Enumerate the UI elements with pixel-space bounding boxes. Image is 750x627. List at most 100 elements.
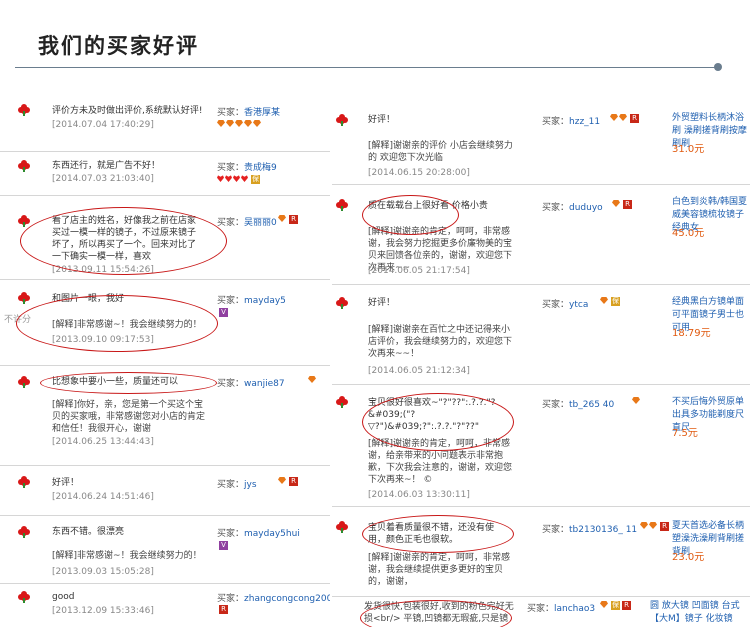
review-row: 宝贝着看质量很不错，还没有使用，颜色正毛也很软。 [解释]谢谢亲的肯定，呵呵，非… [332,506,750,597]
review-comment: 和图片一眼，我好 [52,294,125,304]
buyer-nick[interactable]: mayday5 [244,296,286,306]
diamond-icon [217,120,225,127]
buyer-nick[interactable]: wanjie87 [244,379,285,389]
credit-badges: R [640,522,669,532]
page-title: 我们的买家好评 [38,33,199,58]
review-comment: 好评！ [52,478,80,488]
product-price: 23.0元 [672,552,705,563]
buyer-info: 买家：吴丽丽0 [217,218,277,228]
review-row: 比想象中要小一些，质量还可以 [解释]你好，亲，您是第一个买这个宝贝的买家哦，非… [0,365,330,466]
buyer-info: 买家：zhangcongcong2002 [217,591,330,604]
review-time: [2014.06.05 21:12:34] [368,366,470,376]
review-row: 宝贝很好很喜欢~"?"??":.?.?."?&#039;("?▽?")&#039… [332,384,750,507]
red-flower-icon [336,114,348,126]
heart-icon [233,175,240,182]
buyer-nick[interactable]: tb2130136_ 11 [569,525,637,535]
credit-badges: R [610,114,639,124]
buyer-nick[interactable]: 香港厚某 [244,108,280,118]
buyer-info: 买家：ytca [542,300,589,310]
credit-badges: V [217,541,228,551]
product-price: 18.79元 [672,328,711,339]
title-divider [15,67,717,68]
diamond-icon [610,114,618,121]
buyer-nick[interactable]: 吴丽丽0 [244,218,277,228]
buyer-info: 买家：tb2130136_ 11 [542,525,638,535]
buyer-info: 买家：贵成梅9 [217,163,277,173]
heart-icon [225,175,232,182]
red-flower-icon [18,215,30,227]
buyer-nick[interactable]: jys [244,480,257,490]
consumer-protect-icon: 保 [611,601,620,610]
right-review-list: 好评！ [解释]谢谢亲的评价 小店会继续努力的 欢迎您下次光临 [2014.06… [332,100,750,627]
buyer-nick[interactable]: 贵成梅9 [244,163,277,173]
review-comment: 宝贝很好很喜欢~"?"??":.?.?."?&#039;("?▽?")&#039… [368,398,496,432]
credit-badges [632,397,641,407]
red-flower-icon [336,521,348,533]
review-row: 质在载载台上很好看 价格小贵 [解释]谢谢亲的肯定，呵呵，非常感谢，我会努力挖掘… [332,184,750,285]
review-row: 好评！ [解释]谢谢亲在百忙之中还记得来小店评价，我会继续努力的，欢迎您下次再来… [332,284,750,385]
flower-stem [341,121,343,126]
review-row: 好评！ [2014.06.24 14:51:46] 买家：jys R [0,465,330,516]
review-row: 好评！ [解释]谢谢亲的评价 小店会继续努力的 欢迎您下次光临 [2014.06… [332,100,750,185]
review-time: [2013.09.11 15:54:26] [52,265,154,275]
heart-icon [241,175,248,182]
flower-stem [23,167,25,172]
return-icon: R [660,522,669,531]
review-comment: 东西不错。很漂亮 [52,527,125,537]
review-comment: 东西还行，就是广告不好！ [52,161,161,171]
flower-stem [341,206,343,211]
red-flower-icon [18,526,30,538]
review-reply: [解释]你好，亲，您是第一个买这个宝贝的买家哦，非常感谢您对小店的肯定和信任！我… [52,400,206,434]
diamond-icon [278,477,286,484]
credit-badges: R [217,605,228,615]
review-comment: 看了店主的姓名，好像我之前在店家买过一模一样的镜子，不过原来镜子坏了，所以再买了… [52,216,197,262]
review-time: [2014.07.03 21:03:40] [52,174,154,184]
buyer-nick[interactable]: tb_265 40 [569,400,614,410]
buyer-nick[interactable]: duduyo [569,203,603,213]
review-time: [2013.09.03 15:05:28] [52,567,154,577]
flower-stem [23,598,25,603]
review-row: 东西不错。很漂亮 [解释]非常感谢~！我会继续努力的！ [2013.09.03 … [0,515,330,584]
flower-stem [23,222,25,227]
buyer-nick[interactable]: mayday5hui [244,529,300,539]
review-time: [2014.07.04 17:40:29] [52,120,154,130]
review-reply: [解释]谢谢亲的评价 小店会继续努力的 欢迎您下次光临 [368,141,513,163]
review-comment: 宝贝着看质量很不错，还没有使用，颜色正毛也很软。 [368,523,495,545]
return-icon: R [622,601,631,610]
buyer-nick[interactable]: lanchao3 [554,604,595,614]
buyer-nick[interactable]: hzz_11 [569,117,600,127]
diamond-icon [612,200,620,207]
return-icon: R [630,114,639,123]
diamond-icon [253,120,261,127]
review-reply: [解释]谢谢亲的肯定，呵呵，非常感谢，给亲带来的小问题表示非常抱歉，下次我会注意… [368,439,513,485]
diamond-icon [235,120,243,127]
flower-stem [23,483,25,488]
review-time: [2013.09.10 09:17:53] [52,335,154,345]
vip-icon: V [219,541,228,550]
review-comment: 发货很快,包装很好,收到的粉色完好无损<br/> 平镜,凹镜都无瑕疵,只是镜 [364,602,514,624]
diamond-icon [278,215,286,222]
diamond-icon [244,120,252,127]
diamond-icon [600,601,608,608]
buyer-info: 买家：香港厚某 [217,108,281,118]
review-reply: [解释]谢谢亲的肯定，呵呵，非常感谢，我会继续提供更多更好的宝贝的，谢谢， [368,553,511,587]
review-comment: 好评！ [368,115,396,125]
vip-icon: V [219,308,228,317]
review-row: 东西还行，就是广告不好！ [2014.07.03 21:03:40] 买家：贵成… [0,151,330,196]
credit-badges: 保R [600,601,631,611]
credit-badges [217,120,262,130]
red-flower-icon [336,199,348,211]
review-comment: 好评！ [368,298,396,308]
buyer-nick[interactable]: zhangcongcong2002 [244,594,330,604]
review-time: [2014.06.15 20:28:00] [368,168,470,178]
title-divider-dot [714,63,722,71]
credit-badges [308,376,317,386]
red-flower-icon [18,591,30,603]
credit-badges: R [278,215,298,225]
product-link[interactable]: 圆 放大镜 凹面镜 台式【大M】镜子 化妆镜 [650,600,750,626]
red-flower-icon [18,376,30,388]
credit-badges: 保 [217,175,260,185]
buyer-nick[interactable]: ytca [569,300,588,310]
buyer-info: 买家：mayday5hui [217,529,300,539]
review-comment: 评价方未及时做出评价,系统默认好评! [52,106,203,116]
